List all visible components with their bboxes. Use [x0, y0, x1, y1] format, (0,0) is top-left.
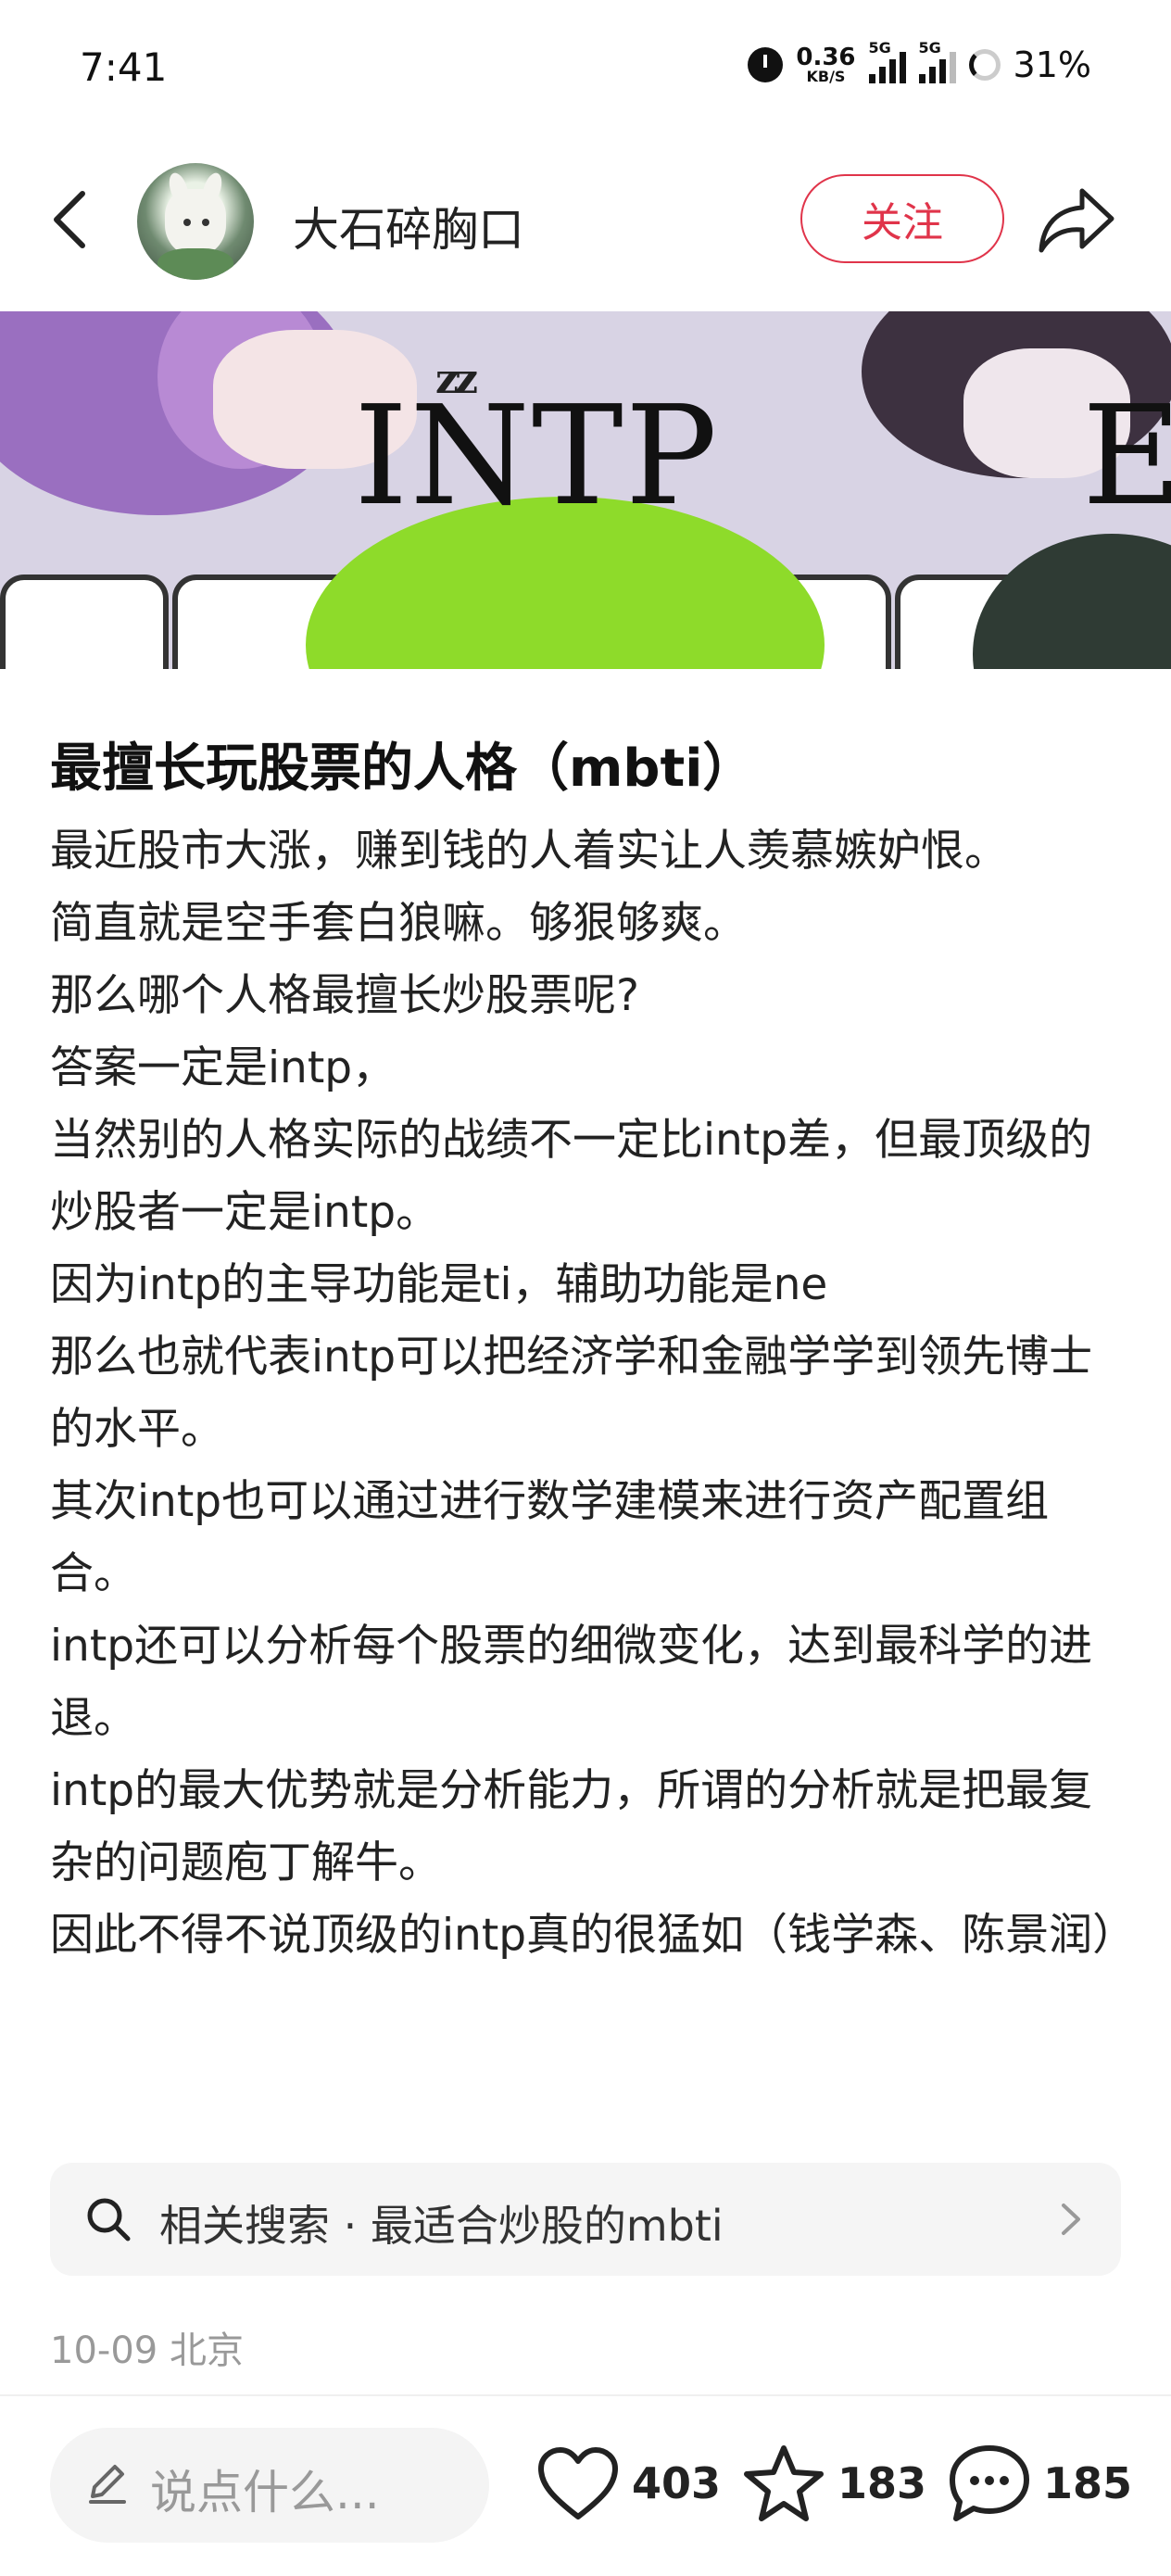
- post-paragraph: intp的最大优势就是分析能力，所谓的分析就是把最复杂的问题庖丁解牛。: [50, 1765, 1093, 1888]
- post-paragraph: 因为intp的主导功能是ti，辅助功能是ne: [50, 1259, 828, 1310]
- follow-button[interactable]: 关注: [800, 174, 1004, 263]
- signal-icon-2: 5G: [918, 39, 956, 83]
- post-paragraph: 其次intp也可以通过进行数学建模来进行资产配置组合。: [50, 1476, 1050, 1599]
- post-paragraph: intp还可以分析每个股票的细微变化，达到最科学的进退。: [50, 1621, 1093, 1744]
- network-speed-value: 0.36: [796, 44, 856, 71]
- post-paragraph: 因此不得不说顶级的intp真的很猛如（钱学森、陈景润）: [50, 1910, 1137, 1961]
- comment-input[interactable]: 说点什么...: [50, 2428, 489, 2543]
- battery-icon: [968, 49, 1001, 81]
- collect-count: 183: [837, 2458, 927, 2508]
- search-icon: [87, 2198, 131, 2241]
- post-paragraph: 那么也就代表intp可以把经济学和金融学学到领先博士的水平。: [50, 1332, 1093, 1455]
- bottom-action-bar: 说点什么... 403 183 185: [0, 2396, 1171, 2576]
- avatar[interactable]: [137, 163, 254, 280]
- collect-button[interactable]: 183: [741, 2437, 926, 2530]
- post-date-location: 10-09 北京: [50, 2330, 244, 2372]
- comment-icon: [950, 2445, 1029, 2521]
- heart-icon: [538, 2447, 618, 2519]
- comment-button[interactable]: 185: [947, 2437, 1132, 2530]
- image-overlay-text: INTP: [354, 376, 720, 536]
- related-search-label: 相关搜索 · 最适合炒股的mbti: [159, 2201, 724, 2251]
- network-speed-unit: KB/S: [806, 68, 846, 85]
- chevron-left-icon: [54, 191, 85, 248]
- related-search-button[interactable]: 相关搜索 · 最适合炒股的mbti: [50, 2163, 1121, 2276]
- post-paragraph: 那么哪个人格最擅长炒股票呢?: [50, 970, 639, 1021]
- post-paragraph: 最近股市大涨，赚到钱的人着实让人羡慕嫉妒恨。: [50, 826, 1008, 877]
- signal-icon-1: 5G: [868, 39, 906, 83]
- post-paragraph: 简直就是空手套白狼嘛。够狠够爽。: [50, 898, 747, 949]
- author-name[interactable]: 大石碎胸口: [293, 193, 524, 259]
- post-paragraph: 答案一定是intp，: [50, 1042, 397, 1093]
- status-time: 7:41: [80, 44, 168, 90]
- post-paragraph: 当然别的人格实际的战绩不一定比intp差，但最顶级的炒股者一定是intp。: [50, 1115, 1093, 1238]
- status-icons: 0.36 KB/S 5G 5G 31%: [748, 39, 1091, 85]
- post-title: 最擅长玩股票的人格（mbti）: [50, 739, 755, 799]
- like-button[interactable]: 403: [535, 2437, 721, 2530]
- signal-label-1: 5G: [868, 39, 891, 57]
- chevron-right-icon: [1062, 2203, 1080, 2235]
- pencil-icon: [89, 2465, 126, 2504]
- status-bar: 7:41 0.36 KB/S 5G 5G 31%: [0, 0, 1171, 139]
- battery-percent: 31%: [1013, 44, 1091, 85]
- comment-count: 185: [1043, 2458, 1133, 2508]
- back-button[interactable]: [37, 187, 102, 252]
- image-edge-text: E: [1082, 376, 1171, 536]
- like-count: 403: [632, 2458, 722, 2508]
- comment-placeholder: 说点什么...: [150, 2466, 380, 2519]
- share-icon: [1039, 188, 1114, 253]
- post-image[interactable]: zz INTP E: [0, 311, 1171, 669]
- network-speed: 0.36 KB/S: [796, 45, 855, 84]
- alarm-icon: [748, 47, 784, 82]
- post-body: 最近股市大涨，赚到钱的人着实让人羡慕嫉妒恨。 简直就是空手套白狼嘛。够狠够爽。 …: [50, 815, 1137, 1972]
- signal-label-2: 5G: [918, 39, 941, 57]
- share-button[interactable]: [1038, 185, 1115, 256]
- star-icon: [744, 2445, 824, 2521]
- post-header: 大石碎胸口 关注: [0, 159, 1171, 284]
